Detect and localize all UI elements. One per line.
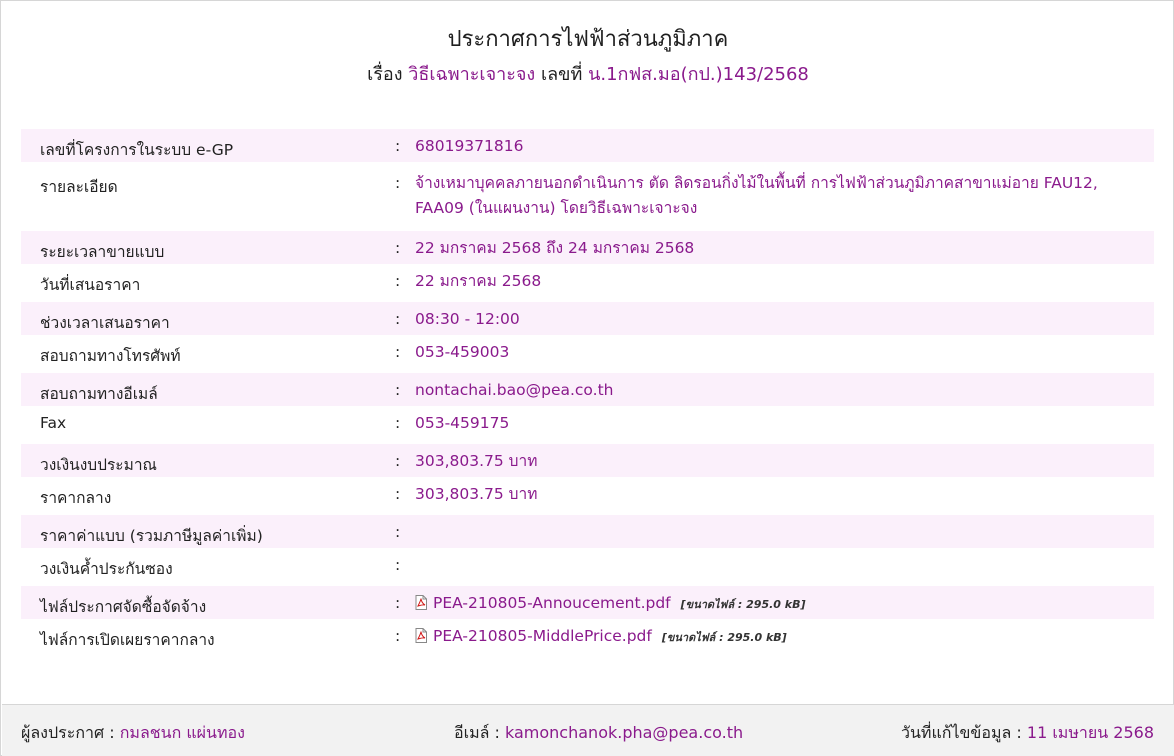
row-colon: :: [395, 310, 401, 328]
announcer-name: กมลชนก แผ่นทอง: [119, 723, 245, 742]
detail-row: สอบถามทางโทรศัพท์ : 053-459003: [21, 335, 1154, 373]
announcement-file-link[interactable]: PEA-210805-Annoucement.pdf: [433, 594, 671, 612]
detail-row: ไฟล์ประกาศจัดซื้อจัดจ้าง : PEA-210805-An…: [21, 586, 1154, 619]
row-value: 303,803.75 บาท: [415, 485, 538, 503]
announcer-label: ผู้ลงประกาศ :: [21, 723, 115, 742]
row-colon: :: [395, 452, 401, 470]
file-size: [ขนาดไฟล์ : 295.0 kB]: [661, 631, 787, 644]
row-label: ราคาค่าแบบ (รวมภาษีมูลค่าเพิ่ม): [40, 527, 263, 545]
detail-row: ราคากลาง : 303,803.75 บาท: [21, 477, 1154, 515]
row-colon: :: [395, 137, 401, 155]
row-label: เลขที่โครงการในระบบ e-GP: [40, 141, 234, 159]
number-prefix: เลขที่: [540, 64, 583, 85]
row-label: Fax: [40, 414, 67, 432]
procurement-method: วิธีเฉพาะเจาะจง: [408, 64, 536, 85]
file-size: [ขนาดไฟล์ : 295.0 kB]: [680, 598, 806, 611]
detail-row: ไฟล์การเปิดเผยราคากลาง : PEA-210805-Midd…: [21, 619, 1154, 657]
row-value: 053-459003: [415, 343, 510, 361]
row-colon: :: [395, 627, 401, 645]
row-label: ราคากลาง: [40, 489, 112, 507]
row-label: วงเงินค้ำประกันซอง: [40, 560, 173, 578]
row-label: สอบถามทางโทรศัพท์: [40, 347, 181, 365]
page-subtitle: เรื่อง วิธีเฉพาะเจาะจง เลขที่ น.1กฟส.มอ(…: [1, 59, 1174, 88]
detail-row: Fax : 053-459175: [21, 406, 1154, 444]
row-value: จ้างเหมาบุคคลภายนอกดำเนินการ ตัด ลิดรอนก…: [415, 174, 1098, 217]
detail-row: ช่วงเวลาเสนอราคา : 08:30 - 12:00: [21, 302, 1154, 335]
row-value: 68019371816: [415, 137, 524, 155]
detail-row: รายละเอียด : จ้างเหมาบุคคลภายนอกดำเนินกา…: [21, 166, 1154, 231]
row-value: 22 มกราคม 2568 ถึง 24 มกราคม 2568: [415, 239, 695, 257]
detail-row: สอบถามทางอีเมล์ : nontachai.bao@pea.co.t…: [21, 373, 1154, 406]
row-label: สอบถามทางอีเมล์: [40, 385, 158, 403]
row-label: วันที่เสนอราคา: [40, 276, 141, 294]
announcer-info: ผู้ลงประกาศ : กมลชนก แผ่นทอง: [21, 721, 245, 746]
row-colon: :: [395, 343, 401, 361]
detail-row: ระยะเวลาขายแบบ : 22 มกราคม 2568 ถึง 24 ม…: [21, 231, 1154, 264]
subject-prefix: เรื่อง: [367, 64, 403, 85]
announcement-panel: ประกาศการไฟฟ้าส่วนภูมิภาค เรื่อง วิธีเฉพ…: [0, 0, 1174, 756]
row-colon: :: [395, 381, 401, 399]
details-table: เลขที่โครงการในระบบ e-GP : 68019371816 ร…: [21, 129, 1154, 657]
row-colon: :: [395, 239, 401, 257]
page-title: ประกาศการไฟฟ้าส่วนภูมิภาค: [447, 27, 729, 52]
footer-bar: ผู้ลงประกาศ : กมลชนก แผ่นทอง อีเมล์ : ka…: [2, 704, 1174, 756]
detail-row: ราคาค่าแบบ (รวมภาษีมูลค่าเพิ่ม) :: [21, 515, 1154, 548]
edited-label: วันที่แก้ไขข้อมูล :: [900, 723, 1022, 742]
row-colon: :: [395, 272, 401, 290]
row-colon: :: [395, 556, 401, 574]
edited-date-info: วันที่แก้ไขข้อมูล : 11 เมษายน 2568: [901, 721, 1154, 746]
contact-email-info: อีเมล์ : kamonchanok.pha@pea.co.th: [454, 721, 743, 746]
row-colon: :: [395, 523, 401, 541]
row-value: 22 มกราคม 2568: [415, 272, 542, 290]
row-label: ระยะเวลาขายแบบ: [40, 243, 165, 261]
announcement-number: น.1กฟส.มอ(กป.)143/2568: [588, 64, 809, 85]
row-colon: :: [395, 594, 401, 612]
detail-row: วันที่เสนอราคา : 22 มกราคม 2568: [21, 264, 1154, 302]
row-colon: :: [395, 414, 401, 432]
file-value: PEA-210805-Annoucement.pdf [ขนาดไฟล์ : 29…: [415, 591, 1135, 617]
pdf-icon: [415, 595, 427, 610]
pdf-icon: [415, 628, 427, 643]
row-label: วงเงินงบประมาณ: [40, 456, 157, 474]
row-value: 08:30 - 12:00: [415, 310, 520, 328]
row-label: ไฟล์การเปิดเผยราคากลาง: [40, 631, 215, 649]
row-label: ช่วงเวลาเสนอราคา: [40, 314, 170, 332]
detail-row: วงเงินค้ำประกันซอง :: [21, 548, 1154, 586]
row-colon: :: [395, 485, 401, 503]
contact-email[interactable]: kamonchanok.pha@pea.co.th: [505, 723, 743, 742]
email-label: อีเมล์ :: [454, 723, 500, 742]
row-label: รายละเอียด: [40, 178, 118, 196]
detail-row: วงเงินงบประมาณ : 303,803.75 บาท: [21, 444, 1154, 477]
edited-date: 11 เมษายน 2568: [1026, 723, 1154, 742]
row-value: 053-459175: [415, 414, 510, 432]
row-value[interactable]: nontachai.bao@pea.co.th: [415, 378, 1135, 403]
row-colon: :: [395, 174, 401, 192]
row-label: ไฟล์ประกาศจัดซื้อจัดจ้าง: [40, 598, 207, 616]
row-value: 303,803.75 บาท: [415, 452, 538, 470]
file-value: PEA-210805-MiddlePrice.pdf [ขนาดไฟล์ : 29…: [415, 624, 1135, 650]
middle-price-file-link[interactable]: PEA-210805-MiddlePrice.pdf: [433, 627, 652, 645]
detail-row: เลขที่โครงการในระบบ e-GP : 68019371816: [21, 129, 1154, 162]
